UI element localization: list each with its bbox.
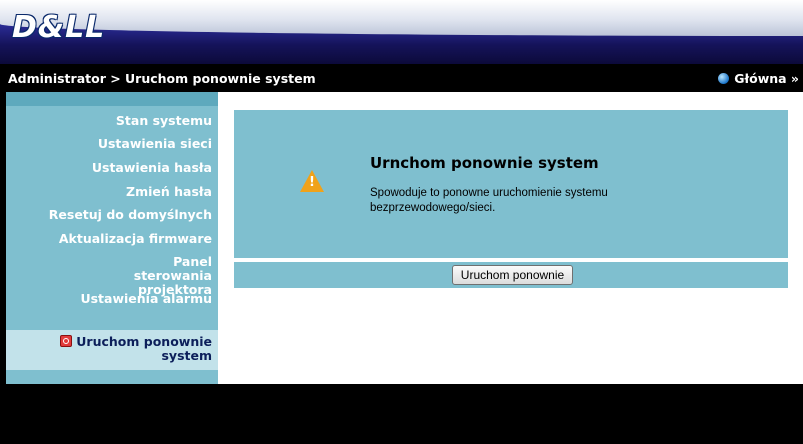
sidebar-item-ustawienia-hasla[interactable]: Ustawienia hasła — [92, 161, 212, 175]
panel-title: Urnchom ponownie system — [370, 154, 599, 172]
breadcrumb-bar: Administrator > Uruchom ponownie system … — [0, 64, 803, 92]
home-link[interactable]: Główna » — [718, 71, 799, 86]
sidebar-top-stripe — [6, 92, 218, 106]
sidebar-item-ustawienia-sieci[interactable]: Ustawienia sieci — [98, 137, 212, 151]
main-content: ! Urnchom ponownie system Spowoduje to p… — [218, 92, 803, 384]
sidebar-item-aktualizacja-firmware[interactable]: Aktualizacja firmware — [59, 232, 212, 246]
globe-icon — [718, 73, 730, 84]
warning-exclamation: ! — [309, 175, 315, 190]
sidebar-item-stan-systemu[interactable]: Stan systemu — [116, 114, 212, 128]
sidebar-item-resetuj[interactable]: Resetuj do domyślnych — [49, 208, 212, 222]
sidebar-item-uruchom-ponownie[interactable]: Uruchom ponownie system — [60, 335, 212, 363]
footer — [0, 384, 803, 444]
home-link-label: Główna » — [734, 71, 799, 86]
header-banner: D&LL — [0, 0, 803, 64]
panel-description: Spowoduje to ponowne uruchomienie system… — [370, 187, 608, 214]
restart-button[interactable]: Uruchom ponownie — [452, 265, 573, 285]
button-bar: Uruchom ponownie — [234, 262, 788, 288]
sidebar-item-ustawienia-alarmu[interactable]: Ustawienia alarmu — [80, 292, 212, 306]
sidebar: Stan systemu Ustawienia sieci Ustawienia… — [6, 92, 218, 384]
sidebar-item-zmien-hasla[interactable]: Zmień hasła — [126, 185, 212, 199]
restart-icon — [60, 335, 73, 347]
sidebar-active-label-2: system — [161, 348, 212, 363]
dell-logo: D&LL — [12, 10, 106, 45]
breadcrumb: Administrator > Uruchom ponownie system — [8, 71, 316, 86]
sidebar-active-label-1: Uruchom ponownie — [76, 334, 212, 349]
restart-panel: ! Urnchom ponownie system Spowoduje to p… — [234, 110, 788, 258]
